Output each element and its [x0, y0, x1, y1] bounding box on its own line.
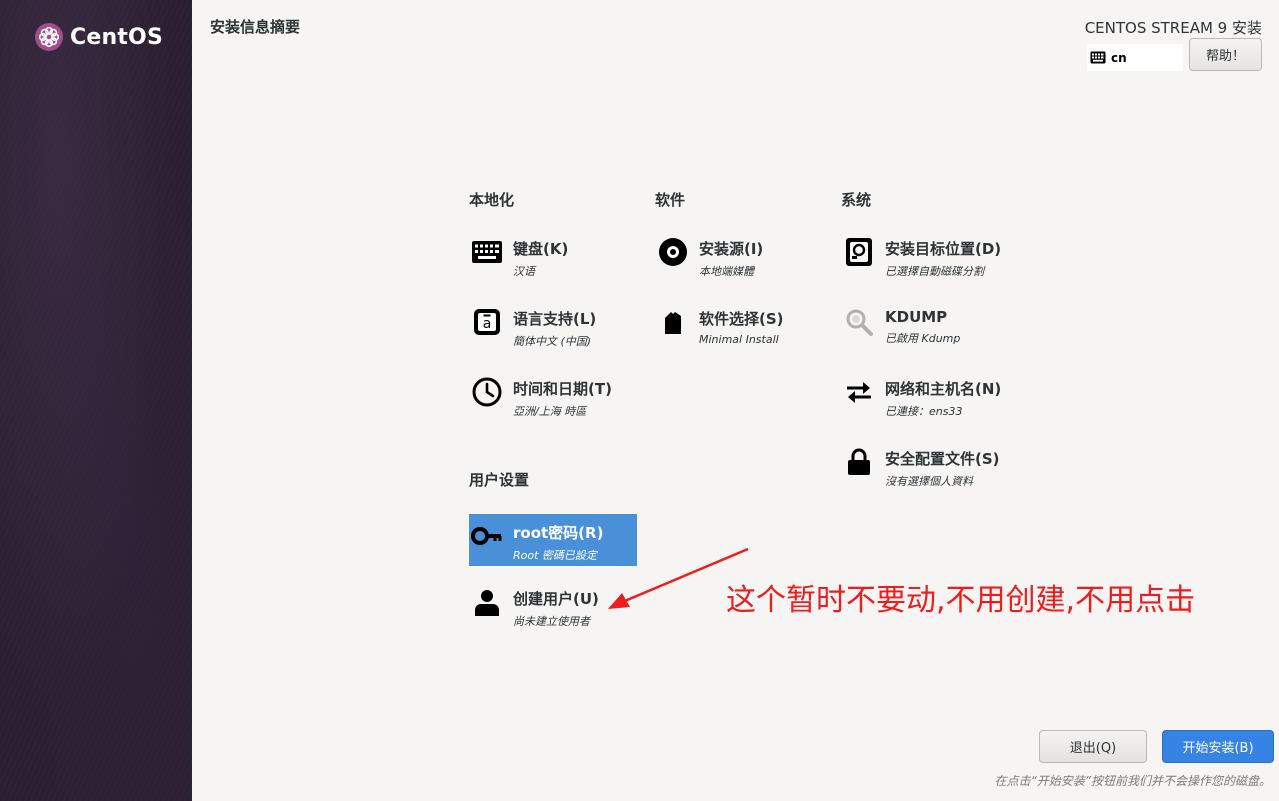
keyboard-icon: [469, 234, 505, 270]
category-software: 软件: [655, 191, 686, 209]
spoke-kdump-status: 已啟用 Kdump: [885, 332, 961, 345]
spoke-language-status: 簡体中文 (中国): [513, 335, 592, 348]
keyboard-layout-indicator[interactable]: cn: [1087, 44, 1183, 71]
spoke-installation-source[interactable]: 安装源(I) 本地端媒體: [655, 230, 823, 282]
begin-installation-button[interactable]: 开始安装(B): [1162, 730, 1274, 763]
lock-icon: [841, 444, 877, 480]
spoke-network-title: 网络和主机名(N): [885, 380, 1002, 398]
brand: CentOS: [34, 22, 163, 52]
clock-icon: [469, 374, 505, 410]
spoke-security-profile[interactable]: 安全配置文件(S) 沒有選擇個人資料: [841, 440, 1009, 492]
spoke-security-status: 沒有選擇個人資料: [885, 475, 973, 488]
network-arrows-icon: [841, 374, 877, 410]
key-icon: [469, 518, 505, 554]
page-title: 安装信息摘要: [210, 18, 301, 36]
centos-logo-icon: [35, 23, 63, 51]
spoke-time-status: 亞洲/上海 時區: [513, 405, 587, 418]
spoke-language-support[interactable]: a 语言支持(L) 簡体中文 (中国): [469, 300, 637, 352]
package-icon: [655, 304, 691, 340]
spoke-destination-status: 已選擇自動磁碟分割: [885, 265, 984, 278]
keyboard-layout-label: cn: [1111, 50, 1127, 65]
spoke-user-title: 创建用户(U): [513, 590, 599, 608]
spoke-root-status: Root 密碼已設定: [513, 549, 597, 562]
language-icon: a: [469, 304, 505, 340]
help-button[interactable]: 帮助！: [1189, 38, 1262, 71]
spoke-source-status: 本地端媒體: [699, 265, 754, 278]
category-localization: 本地化: [469, 191, 515, 209]
spoke-network-status: 已連接：ens33: [885, 405, 963, 418]
spoke-keyboard[interactable]: 键盘(K) 汉语: [469, 230, 637, 282]
magnifier-icon: [841, 304, 877, 340]
svg-text:a: a: [483, 316, 492, 332]
harddisk-icon: [841, 234, 877, 270]
main-panel: 安装信息摘要 CENTOS STREAM 9 安装 cn 帮助！ 本地化 软件 …: [192, 0, 1279, 801]
product-title: CENTOS STREAM 9 安装: [1084, 19, 1262, 37]
footer-note: 在点击“开始安装”按钮前我们并不会操作您的磁盘。: [994, 774, 1271, 788]
keyboard-small-icon: [1090, 51, 1106, 64]
spoke-software-status: Minimal Install: [699, 333, 779, 346]
spoke-root-title: root密码(R): [513, 524, 604, 542]
spoke-time-date[interactable]: 时间和日期(T) 亞洲/上海 時區: [469, 370, 637, 422]
spoke-keyboard-status: 汉语: [513, 265, 535, 278]
category-system: 系统: [841, 191, 872, 209]
spoke-destination-title: 安装目标位置(D): [885, 240, 1002, 258]
spoke-software-selection[interactable]: 软件选择(S) Minimal Install: [655, 300, 823, 352]
spoke-kdump[interactable]: KDUMP 已啟用 Kdump: [841, 300, 1009, 352]
branding-sidebar: CentOS: [0, 0, 192, 801]
spoke-security-title: 安全配置文件(S): [885, 450, 1000, 468]
category-user-settings: 用户设置: [469, 471, 530, 489]
user-icon: [469, 584, 505, 620]
spoke-language-title: 语言支持(L): [513, 310, 597, 328]
spoke-network-hostname[interactable]: 网络和主机名(N) 已連接：ens33: [841, 370, 1009, 422]
spoke-time-title: 时间和日期(T): [513, 380, 612, 398]
spoke-keyboard-title: 键盘(K): [513, 240, 569, 258]
spoke-kdump-title: KDUMP: [885, 308, 948, 326]
spoke-source-title: 安装源(I): [699, 240, 764, 258]
spoke-software-title: 软件选择(S): [699, 310, 784, 328]
quit-button[interactable]: 退出(Q): [1039, 730, 1147, 763]
annotation-text: 这个暂时不要动,不用创建,不用点击: [726, 583, 1196, 618]
spoke-installation-destination[interactable]: 安装目标位置(D) 已選擇自動磁碟分割: [841, 230, 1009, 282]
spoke-user-status: 尚未建立使用者: [513, 615, 590, 628]
brand-name: CentOS: [70, 24, 163, 50]
disc-icon: [655, 234, 691, 270]
